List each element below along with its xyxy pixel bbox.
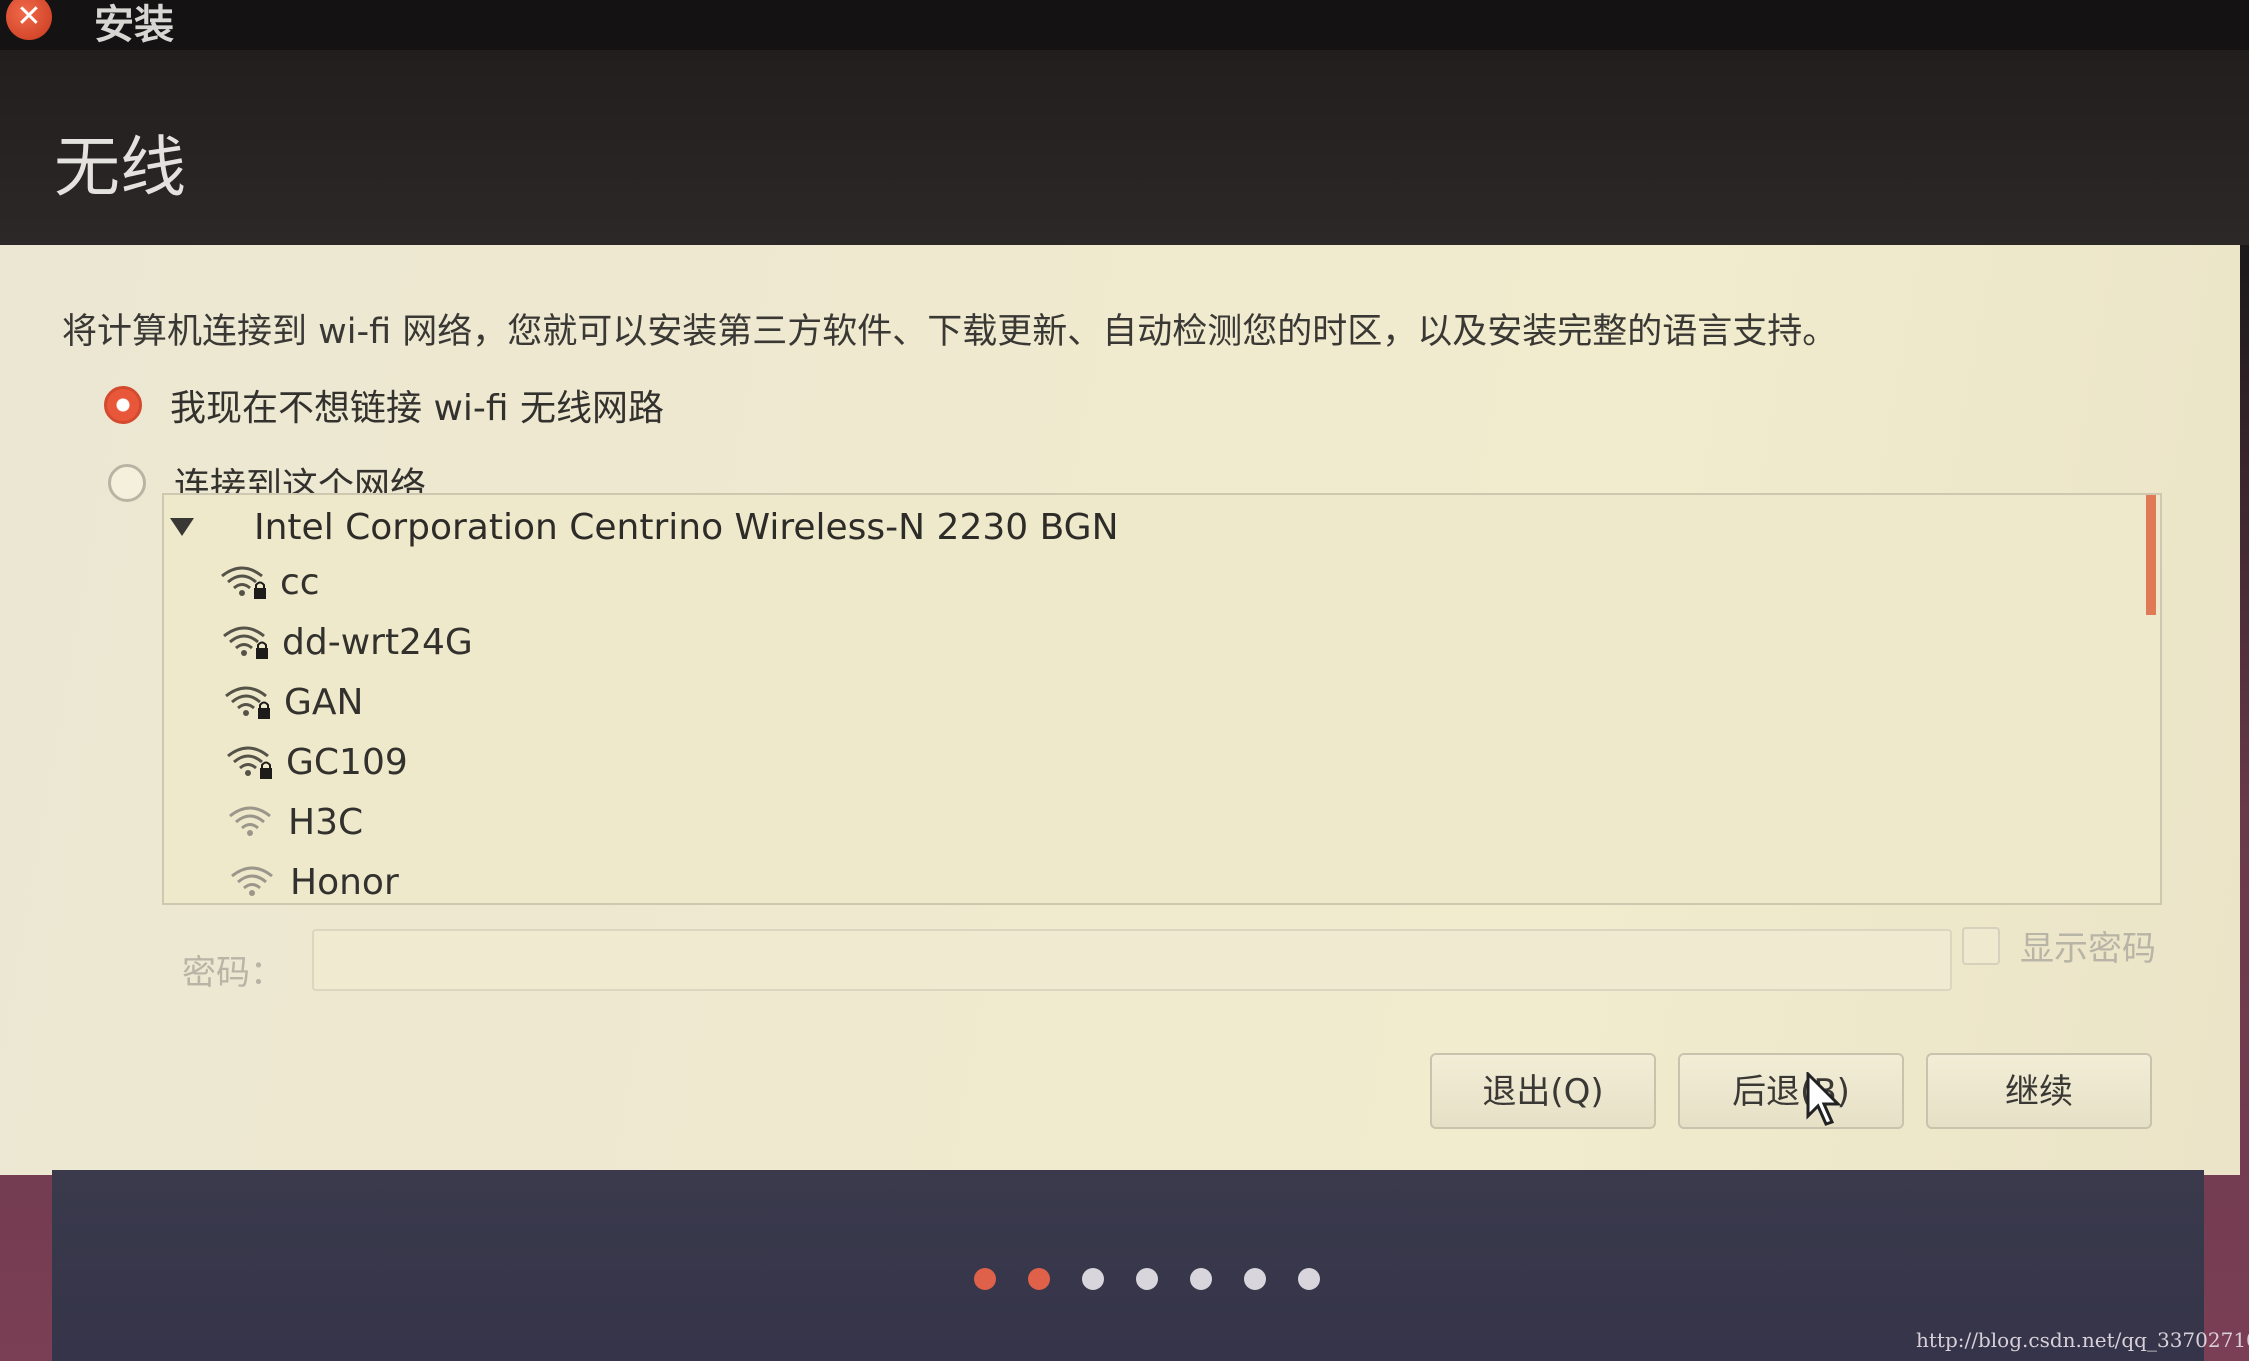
network-item-label: cc	[280, 561, 320, 603]
continue-button[interactable]: 继续	[1926, 1053, 2152, 1129]
radio-connect[interactable]	[108, 464, 146, 502]
step-dot	[974, 1268, 996, 1290]
network-list[interactable]: Intel Corporation Centrino Wireless-N 22…	[162, 493, 2162, 905]
step-dot	[1190, 1268, 1212, 1290]
step-dot	[1244, 1268, 1266, 1290]
network-item[interactable]: GAN	[222, 673, 363, 731]
page-title: 无线	[54, 129, 186, 206]
option-no-wifi[interactable]: 我现在不想链接 wi-fi 无线网路	[104, 379, 664, 431]
step-dot	[1298, 1268, 1320, 1290]
content-panel: 将计算机连接到 wi-fi 网络，您就可以安装第三方软件、下载更新、自动检测您的…	[0, 245, 2240, 1175]
step-dot	[1028, 1268, 1050, 1290]
network-item[interactable]: Honor	[228, 853, 399, 903]
step-indicator	[974, 1268, 1352, 1290]
scrollbar-thumb[interactable]	[2146, 495, 2156, 615]
wifi-locked-icon	[225, 686, 270, 719]
mouse-cursor-icon	[1806, 1072, 1842, 1126]
show-password-toggle[interactable]: 显示密码	[1962, 921, 2156, 970]
network-item-label: H3C	[288, 801, 364, 843]
network-item[interactable]: GC109	[224, 733, 408, 791]
step-dot	[1136, 1268, 1158, 1290]
show-password-label: 显示密码	[2020, 929, 2156, 969]
step-dot	[1082, 1268, 1104, 1290]
network-item-label: GAN	[284, 681, 364, 723]
adapter-label: Intel Corporation Centrino Wireless-N 22…	[254, 506, 1119, 548]
network-item-label: dd-wrt24G	[282, 621, 473, 663]
back-button[interactable]: 后退(B)	[1678, 1053, 1904, 1129]
intro-text: 将计算机连接到 wi-fi 网络，您就可以安装第三方软件、下载更新、自动检测您的…	[62, 312, 1838, 352]
wifi-locked-icon	[221, 566, 266, 599]
radio-no-wifi[interactable]	[104, 386, 142, 424]
network-item-label: GC109	[286, 741, 408, 783]
adapter-row[interactable]: Intel Corporation Centrino Wireless-N 22…	[164, 497, 1119, 557]
network-item[interactable]: cc	[218, 553, 320, 611]
password-label: 密码：	[182, 953, 284, 993]
option-no-wifi-label: 我现在不想链接 wi-fi 无线网路	[170, 388, 664, 429]
wifi-icon	[231, 866, 273, 896]
wifi-locked-icon	[227, 746, 272, 779]
page-header: 无线	[0, 50, 2249, 245]
network-item-label: Honor	[290, 861, 399, 903]
watermark: http://blog.csdn.net/qq_33702710	[1916, 1328, 2249, 1352]
screen: ✕ 安装 无线 将计算机连接到 wi-fi 网络，您就可以安装第三方软件、下载更…	[0, 0, 2249, 1361]
quit-button[interactable]: 退出(Q)	[1430, 1053, 1656, 1129]
wifi-locked-icon	[223, 626, 268, 659]
network-item[interactable]: dd-wrt24G	[220, 613, 473, 671]
password-input[interactable]	[312, 929, 1952, 991]
wifi-icon	[229, 806, 271, 836]
close-icon[interactable]: ✕	[6, 0, 52, 40]
show-password-checkbox[interactable]	[1962, 926, 2000, 965]
window-titlebar: ✕ 安装	[0, 0, 2249, 50]
network-item[interactable]: H3C	[226, 793, 363, 851]
progress-bar-area	[52, 1170, 2204, 1361]
window-title: 安装	[94, 2, 174, 48]
expander-down-icon[interactable]	[170, 518, 194, 536]
